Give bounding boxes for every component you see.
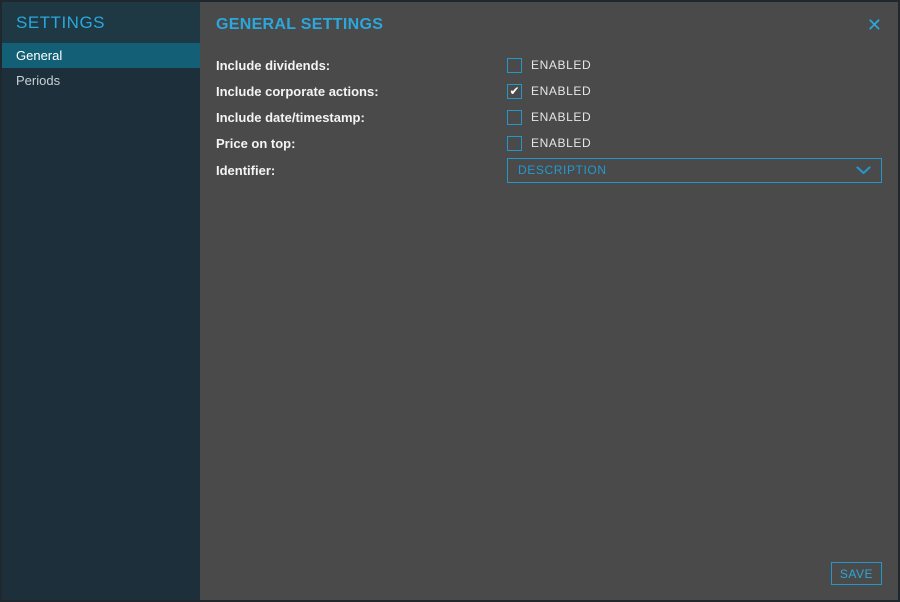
save-button[interactable]: SAVE — [831, 562, 882, 585]
chevron-down-icon — [856, 166, 871, 175]
identifier-select[interactable]: DESCRIPTION — [507, 158, 882, 183]
settings-row: Include corporate actions: ✔ ENABLED — [216, 78, 882, 104]
settings-row: Identifier: DESCRIPTION — [216, 156, 882, 184]
field-control: DESCRIPTION — [507, 158, 882, 183]
settings-row: Include date/timestamp: ✔ ENABLED — [216, 104, 882, 130]
checkbox-label: ENABLED — [531, 58, 591, 72]
close-icon[interactable]: ✕ — [867, 16, 882, 34]
sidebar-item-label: General — [16, 48, 62, 63]
field-label: Include date/timestamp: — [216, 110, 507, 125]
identifier-select-value: DESCRIPTION — [518, 163, 607, 177]
settings-row: Include dividends: ✔ ENABLED — [216, 52, 882, 78]
include-corporate-actions-checkbox[interactable]: ✔ — [507, 84, 522, 99]
sidebar-item-periods[interactable]: Periods — [2, 68, 200, 93]
settings-row: Price on top: ✔ ENABLED — [216, 130, 882, 156]
field-control: ✔ ENABLED — [507, 84, 882, 99]
field-control: ✔ ENABLED — [507, 136, 882, 151]
page-title: GENERAL SETTINGS — [216, 16, 383, 34]
check-icon: ✔ — [509, 85, 519, 97]
sidebar-item-general[interactable]: General — [2, 43, 200, 68]
checkbox-label: ENABLED — [531, 136, 591, 150]
include-date-timestamp-checkbox[interactable]: ✔ — [507, 110, 522, 125]
sidebar-header: SETTINGS — [2, 2, 200, 43]
field-control: ✔ ENABLED — [507, 58, 882, 73]
include-dividends-checkbox[interactable]: ✔ — [507, 58, 522, 73]
field-label: Price on top: — [216, 136, 507, 151]
checkbox-label: ENABLED — [531, 84, 591, 98]
field-label: Identifier: — [216, 163, 507, 178]
main-panel: GENERAL SETTINGS ✕ Include dividends: ✔ … — [200, 2, 898, 600]
main-header: GENERAL SETTINGS ✕ — [216, 14, 882, 36]
field-label: Include dividends: — [216, 58, 507, 73]
sidebar-title: SETTINGS — [16, 13, 105, 33]
sidebar-item-label: Periods — [16, 73, 60, 88]
settings-dialog: SETTINGS General Periods GENERAL SETTING… — [0, 0, 900, 602]
sidebar: SETTINGS General Periods — [2, 2, 200, 600]
field-control: ✔ ENABLED — [507, 110, 882, 125]
price-on-top-checkbox[interactable]: ✔ — [507, 136, 522, 151]
field-label: Include corporate actions: — [216, 84, 507, 99]
checkbox-label: ENABLED — [531, 110, 591, 124]
